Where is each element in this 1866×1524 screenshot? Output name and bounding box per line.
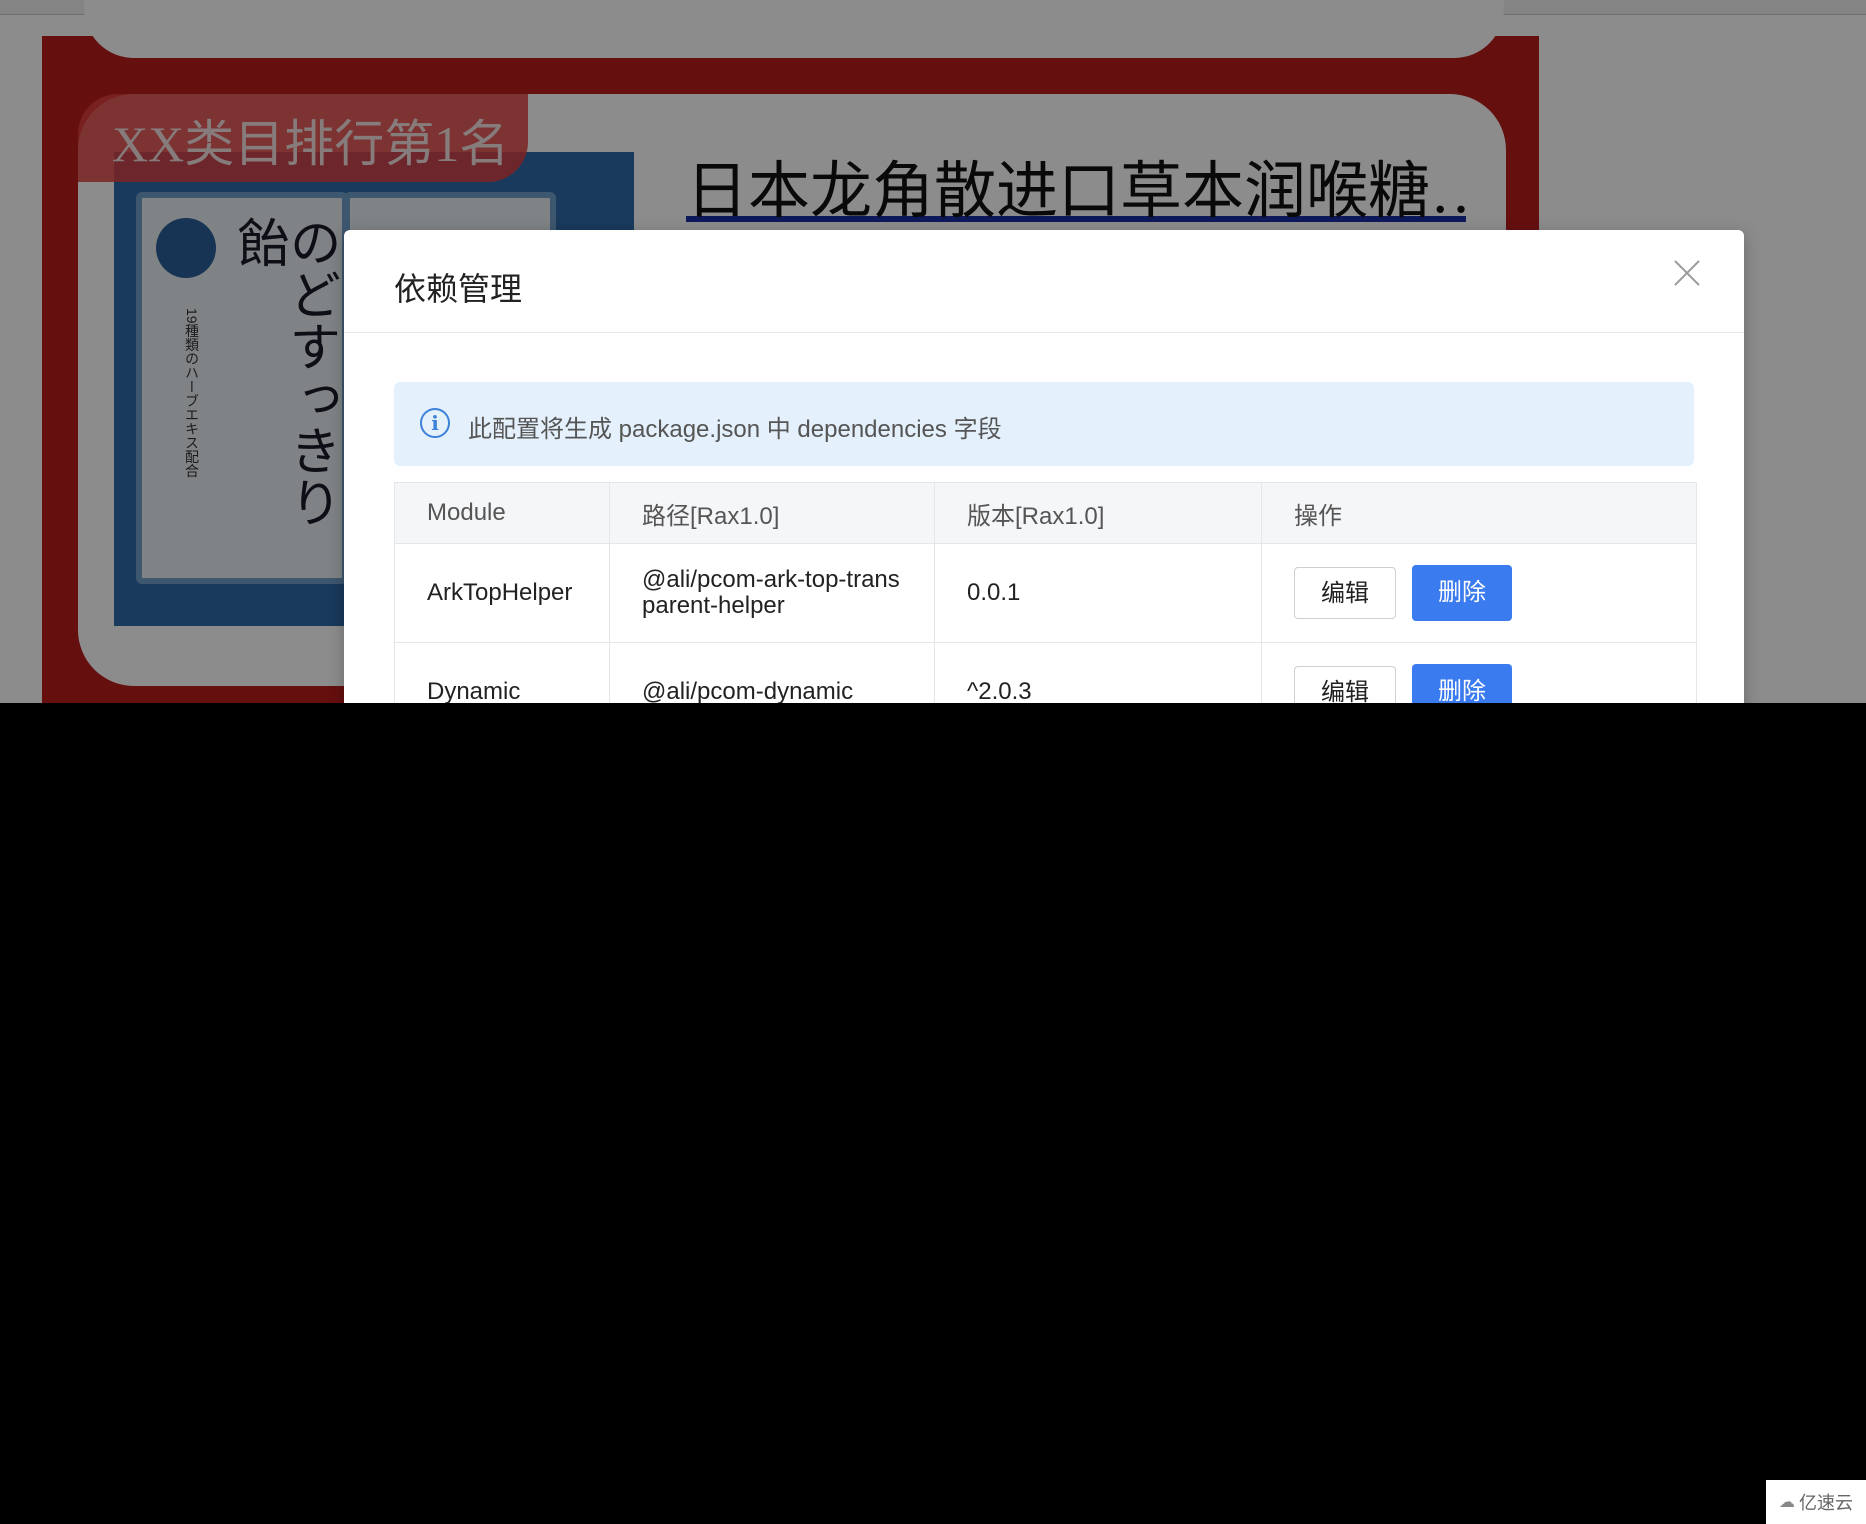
path-cell: @ali/pcom-dynamic (609, 642, 935, 703)
cloud-icon: ☁ (1779, 1494, 1795, 1511)
browser-viewport: XX类目排行第1名 のどすっきり飴 19種類のハーブエキス配合 日本龙角散进口草… (0, 0, 1866, 703)
column-header-path: 路径[Rax1.0] (609, 482, 935, 544)
modal-header: 依赖管理 (344, 230, 1744, 333)
watermark-text: 亿速云 (1799, 1493, 1853, 1513)
path-cell: @ali/pcom-ark-top-transparent-helper (609, 543, 935, 643)
dependency-modal: 依赖管理 i 此配置将生成 package.json 中 dependencie… (344, 230, 1744, 703)
table-row: Dynamic @ali/pcom-dynamic ^2.0.3 编辑 删除 (394, 642, 1697, 703)
close-icon[interactable] (1672, 258, 1702, 288)
info-alert-text: 此配置将生成 package.json 中 dependencies 字段 (468, 416, 1002, 443)
table-header-row: Module 路径[Rax1.0] 版本[Rax1.0] 操作 (394, 482, 1697, 544)
delete-button[interactable]: 删除 (1412, 565, 1512, 621)
actions-cell: 编辑 删除 (1261, 543, 1697, 643)
actions-cell: 编辑 删除 (1261, 642, 1697, 703)
edit-button[interactable]: 编辑 (1294, 666, 1396, 703)
dependency-table: Module 路径[Rax1.0] 版本[Rax1.0] 操作 ArkTopHe… (394, 482, 1697, 703)
column-header-module: Module (394, 482, 610, 544)
delete-button[interactable]: 删除 (1412, 664, 1512, 703)
info-icon: i (420, 408, 450, 438)
info-alert: i 此配置将生成 package.json 中 dependencies 字段 (394, 382, 1694, 466)
table-row: ArkTopHelper @ali/pcom-ark-top-transpare… (394, 543, 1697, 643)
watermark: ☁ 亿速云 (1766, 1480, 1866, 1524)
edit-button[interactable]: 编辑 (1294, 567, 1396, 619)
column-header-actions: 操作 (1261, 482, 1697, 544)
module-cell: ArkTopHelper (394, 543, 610, 643)
version-cell: 0.0.1 (934, 543, 1262, 643)
version-cell: ^2.0.3 (934, 642, 1262, 703)
modal-title: 依赖管理 (394, 271, 523, 307)
module-cell: Dynamic (394, 642, 610, 703)
column-header-version: 版本[Rax1.0] (934, 482, 1262, 544)
